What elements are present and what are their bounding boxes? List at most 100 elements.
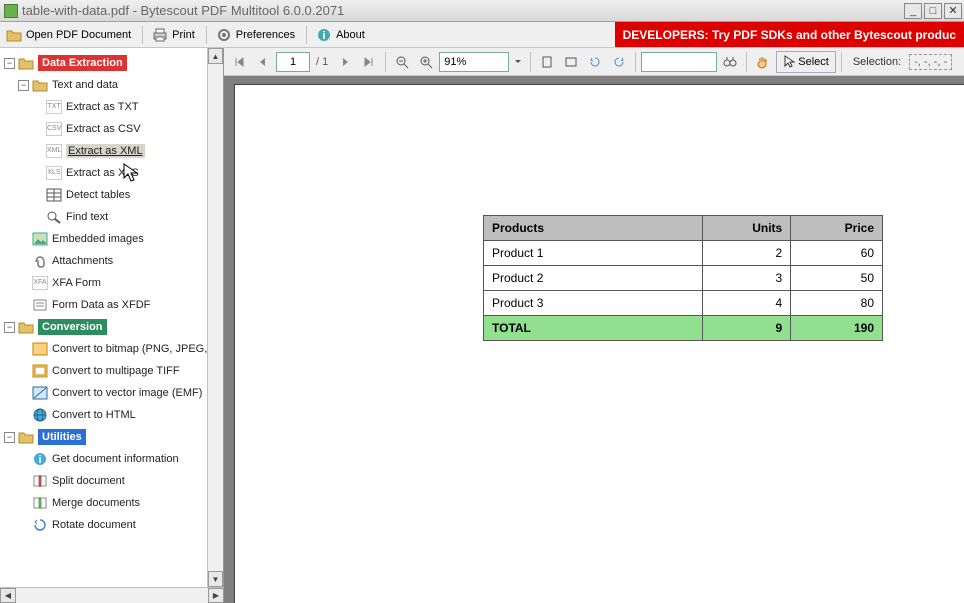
tree-embedded-images[interactable]: Embedded images <box>0 228 207 250</box>
collapse-icon[interactable]: − <box>4 432 15 443</box>
selection-coords: -, -, -, - <box>909 54 952 70</box>
paperclip-icon <box>32 254 48 268</box>
sidebar-hscroll[interactable]: ◀ ▶ <box>0 587 224 603</box>
tree-attachments[interactable]: Attachments <box>0 250 207 272</box>
folder-icon <box>18 430 34 444</box>
table-icon <box>46 188 62 202</box>
tree-convert-tiff[interactable]: Convert to multipage TIFF <box>0 360 207 382</box>
fit-width-button[interactable] <box>560 51 582 73</box>
scroll-left-icon[interactable]: ◀ <box>0 588 16 603</box>
tree-data-extraction[interactable]: − Data Extraction <box>0 52 207 74</box>
zoom-out-button[interactable] <box>391 51 413 73</box>
tree-conversion[interactable]: − Conversion <box>0 316 207 338</box>
tree-label: Convert to vector image (EMF) <box>52 387 202 399</box>
zoom-input[interactable] <box>439 52 509 72</box>
first-page-button[interactable] <box>228 51 250 73</box>
printer-icon <box>152 27 168 43</box>
header-units: Units <box>703 216 791 241</box>
separator <box>206 26 207 44</box>
tree-convert-bitmap[interactable]: Convert to bitmap (PNG, JPEG, <box>0 338 207 360</box>
about-button[interactable]: i About <box>310 25 371 45</box>
print-button[interactable]: Print <box>146 25 201 45</box>
promo-banner[interactable]: DEVELOPERS: Try PDF SDKs and other Bytes… <box>615 22 964 47</box>
tree-find-text[interactable]: Find text <box>0 206 207 228</box>
separator <box>635 52 636 72</box>
tree-get-info[interactable]: i Get document information <box>0 448 207 470</box>
tree-form-xfdf[interactable]: Form Data as XFDF <box>0 294 207 316</box>
tree-convert-html[interactable]: Convert to HTML <box>0 404 207 426</box>
page-total: / 1 <box>316 56 328 68</box>
table-header-row: Products Units Price <box>484 216 883 241</box>
prev-page-button[interactable] <box>252 51 274 73</box>
tree-text-and-data[interactable]: − Text and data <box>0 74 207 96</box>
search-input[interactable] <box>641 52 717 72</box>
maximize-button[interactable]: □ <box>924 3 942 19</box>
rotate-ccw-button[interactable] <box>584 51 606 73</box>
zoom-dropdown-button[interactable] <box>511 51 525 73</box>
collapse-icon[interactable]: − <box>18 80 29 91</box>
tree-extract-xls[interactable]: XLS Extract as XLS <box>0 162 207 184</box>
gear-icon <box>216 27 232 43</box>
separator <box>306 26 307 44</box>
tree-extract-csv[interactable]: CSV Extract as CSV <box>0 118 207 140</box>
tree-merge[interactable]: Merge documents <box>0 492 207 514</box>
tree-label: Text and data <box>52 79 118 91</box>
scroll-right-icon[interactable]: ▶ <box>208 588 224 603</box>
tree-label: Convert to multipage TIFF <box>52 365 180 377</box>
page-input[interactable] <box>276 52 310 72</box>
find-button[interactable] <box>719 51 741 73</box>
rotate-cw-button[interactable] <box>608 51 630 73</box>
select-tool-button[interactable]: Select <box>776 51 836 73</box>
separator <box>385 52 386 72</box>
sidebar-vscroll[interactable]: ▲ ▼ <box>207 48 223 587</box>
scroll-track[interactable] <box>208 64 223 571</box>
hand-tool-button[interactable] <box>752 51 774 73</box>
last-page-button[interactable] <box>358 51 380 73</box>
print-label: Print <box>172 29 195 41</box>
cell: TOTAL <box>484 316 703 341</box>
tree-xfa-form[interactable]: XFA XFA Form <box>0 272 207 294</box>
close-button[interactable]: ✕ <box>944 3 962 19</box>
viewer-area: / 1 Select Selection: -, -, -, <box>224 48 964 603</box>
tree-detect-tables[interactable]: Detect tables <box>0 184 207 206</box>
window-title: table-with-data.pdf - Bytescout PDF Mult… <box>22 3 904 18</box>
tree-rotate[interactable]: Rotate document <box>0 514 207 536</box>
select-label: Select <box>798 56 829 68</box>
collapse-icon[interactable]: − <box>4 58 15 69</box>
pdf-viewport[interactable]: Products Units Price Product 1 2 60 Prod… <box>224 76 964 603</box>
menu-bar: Open PDF Document Print Preferences i Ab… <box>0 22 964 48</box>
scroll-down-icon[interactable]: ▼ <box>208 571 223 587</box>
folder-icon <box>18 56 34 70</box>
tree-convert-emf[interactable]: Convert to vector image (EMF) <box>0 382 207 404</box>
prefs-label: Preferences <box>236 29 295 41</box>
header-products: Products <box>484 216 703 241</box>
folder-icon <box>32 78 48 92</box>
table-row: Product 3 4 80 <box>484 291 883 316</box>
tree-label: Extract as XML <box>66 144 145 158</box>
folder-open-icon <box>6 27 22 43</box>
vector-icon <box>32 386 48 400</box>
tree-label: Convert to HTML <box>52 409 136 421</box>
zoom-in-button[interactable] <box>415 51 437 73</box>
collapse-icon[interactable]: − <box>4 322 15 333</box>
separator <box>841 52 842 72</box>
preferences-button[interactable]: Preferences <box>210 25 301 45</box>
open-pdf-button[interactable]: Open PDF Document <box>0 25 137 45</box>
hand-icon <box>756 55 770 69</box>
tree-label: Rotate document <box>52 519 136 531</box>
next-page-button[interactable] <box>334 51 356 73</box>
tree-extract-xml[interactable]: XML Extract as XML <box>0 140 207 162</box>
tree-extract-txt[interactable]: TXT Extract as TXT <box>0 96 207 118</box>
tree-label: Data Extraction <box>38 55 127 71</box>
split-icon <box>32 474 48 488</box>
fit-page-button[interactable] <box>536 51 558 73</box>
minimize-button[interactable]: _ <box>904 3 922 19</box>
tree-label: Merge documents <box>52 497 140 509</box>
tree-utilities[interactable]: − Utilities <box>0 426 207 448</box>
tree-split[interactable]: Split document <box>0 470 207 492</box>
scroll-up-icon[interactable]: ▲ <box>208 48 223 64</box>
xfa-icon: XFA <box>32 276 48 290</box>
zoom-out-icon <box>395 55 409 69</box>
table-row: Product 1 2 60 <box>484 241 883 266</box>
scroll-track[interactable] <box>16 588 208 603</box>
